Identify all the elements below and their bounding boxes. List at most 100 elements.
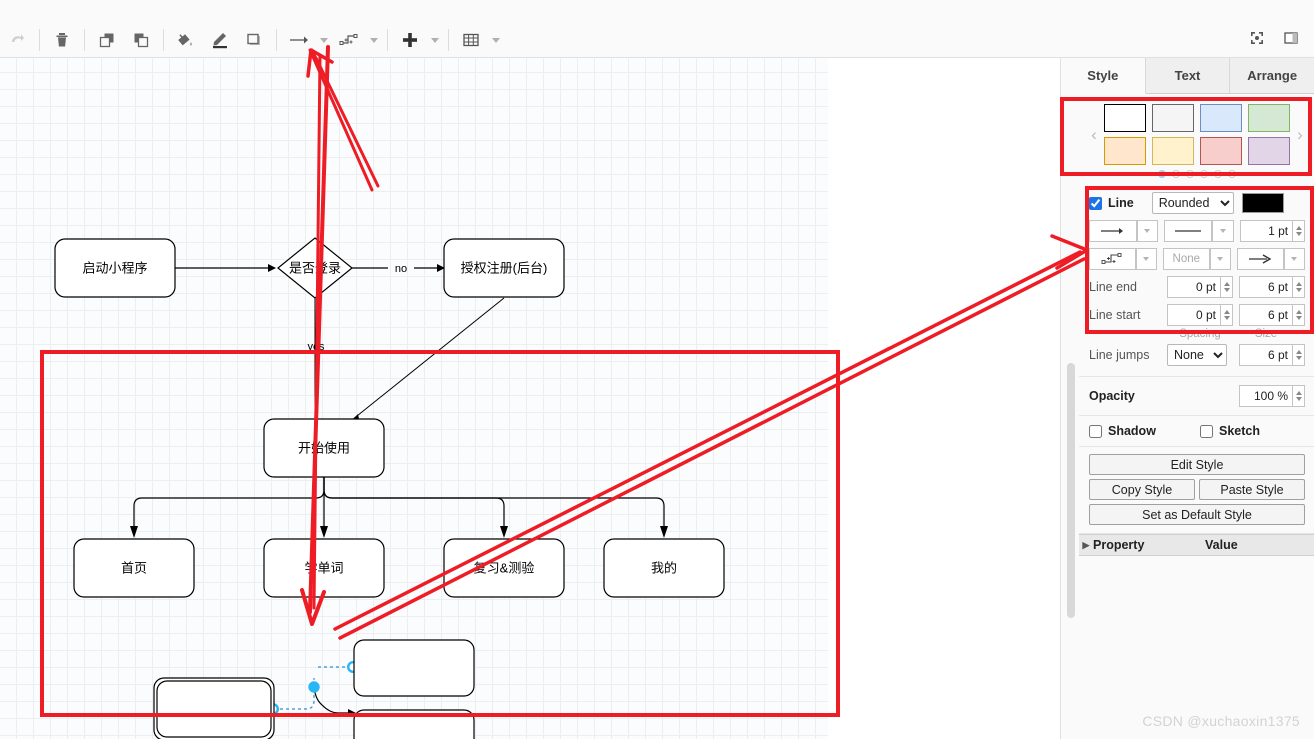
line-end-marker-button[interactable] <box>1237 248 1284 270</box>
line-jumps-label: Line jumps <box>1089 348 1150 362</box>
line-start-spacing-spinner[interactable] <box>1221 304 1233 326</box>
palette-dot-1[interactable] <box>1172 170 1180 178</box>
waypoints-icon[interactable] <box>332 24 366 56</box>
line-label: Line <box>1108 196 1134 210</box>
insert-dropdown-caret[interactable] <box>427 24 443 56</box>
line-end-spacing-spinner[interactable] <box>1221 276 1233 298</box>
line-dash-button[interactable] <box>1164 220 1212 242</box>
palette-pagination-dots <box>1085 170 1309 178</box>
line-color-icon[interactable] <box>203 24 237 56</box>
line-width-value[interactable]: 1 pt <box>1239 220 1294 242</box>
canvas-grid <box>0 58 828 739</box>
fullscreen-icon[interactable] <box>1240 22 1274 54</box>
palette-prev-arrow[interactable]: ‹ <box>1085 126 1103 143</box>
delete-icon[interactable] <box>45 24 79 56</box>
line-start-arrow-button[interactable] <box>1089 220 1137 242</box>
paste-style-button[interactable]: Paste Style <box>1199 479 1305 500</box>
format-panel: Style Text Arrange ‹ › Line RoundedS <box>1060 58 1314 739</box>
line-start-row: Line start 0 pt 6 pt <box>1089 304 1305 326</box>
opacity-spinner[interactable] <box>1293 385 1305 407</box>
line-start-arrow-caret[interactable] <box>1136 220 1159 242</box>
toolbar-separator <box>39 29 40 51</box>
drawio-app: 启动小程序 是否登录 授权注册(后台) 开始使用 首页 学单词 复习&测验 我的 no yes … <box>0 0 1314 739</box>
palette-dot-2[interactable] <box>1186 170 1194 178</box>
property-column-header: Property <box>1093 538 1145 552</box>
toolbar-separator <box>163 29 164 51</box>
toolbar-right-group <box>1240 22 1308 54</box>
connection-dropdown-caret[interactable] <box>316 24 332 56</box>
line-header-row: Line RoundedSharpCurved <box>1089 192 1305 214</box>
line-start-spacing-value[interactable]: 0 pt <box>1167 304 1221 326</box>
line-col-headers-row: Spacing Size <box>1089 328 1305 340</box>
line-arrow-row: 1 pt <box>1089 220 1306 242</box>
line-end-marker-caret[interactable] <box>1283 248 1305 270</box>
line-width-spinner[interactable] <box>1293 220 1306 242</box>
edit-style-button[interactable]: Edit Style <box>1089 454 1305 475</box>
format-panel-toggle-icon[interactable] <box>1274 22 1308 54</box>
line-start-size-value[interactable]: 6 pt <box>1239 304 1293 326</box>
line-end-size-value[interactable]: 6 pt <box>1239 276 1293 298</box>
tab-arrange[interactable]: Arrange <box>1230 58 1314 93</box>
insert-icon[interactable] <box>393 24 427 56</box>
swatch-grid <box>1104 104 1290 165</box>
set-default-style-button[interactable]: Set as Default Style <box>1089 504 1305 525</box>
line-end-size-spinner[interactable] <box>1293 276 1305 298</box>
panel-scrollbar[interactable] <box>1067 363 1075 618</box>
swatch-gray[interactable] <box>1152 104 1194 132</box>
line-dash-caret[interactable] <box>1211 220 1234 242</box>
line-jumps-size-value[interactable]: 6 pt <box>1239 344 1293 366</box>
table-dropdown-caret[interactable] <box>488 24 504 56</box>
tab-style[interactable]: Style <box>1061 58 1146 94</box>
to-front-icon[interactable] <box>90 24 124 56</box>
waypoints-dropdown-caret[interactable] <box>366 24 382 56</box>
opacity-label: Opacity <box>1089 389 1135 403</box>
swatch-red[interactable] <box>1200 137 1242 165</box>
palette-dot-5[interactable] <box>1228 170 1236 178</box>
tab-text[interactable]: Text <box>1145 58 1231 93</box>
style-palette-section: ‹ › <box>1079 94 1314 182</box>
fill-color-icon[interactable] <box>169 24 203 56</box>
waypoints-group <box>332 24 382 56</box>
line-jumps-select[interactable]: NoneArcGapSharp <box>1167 344 1227 366</box>
line-end-spacing-value[interactable]: 0 pt <box>1167 276 1221 298</box>
swatch-yellow[interactable] <box>1152 137 1194 165</box>
canvas[interactable]: 启动小程序 是否登录 授权注册(后台) 开始使用 首页 学单词 复习&测验 我的 no yes <box>0 58 1060 739</box>
swatch-white[interactable] <box>1104 104 1146 132</box>
line-end-row: Line end 0 pt 6 pt <box>1089 276 1305 298</box>
watermark: CSDN @xuchaoxin1375 <box>1142 713 1300 729</box>
table-icon[interactable] <box>454 24 488 56</box>
opacity-value[interactable]: 100 % <box>1239 385 1293 407</box>
palette-dot-3[interactable] <box>1200 170 1208 178</box>
line-color-button[interactable] <box>1241 193 1284 213</box>
redo-icon[interactable] <box>0 24 34 56</box>
palette-dot-0[interactable] <box>1158 170 1166 178</box>
to-back-icon[interactable] <box>124 24 158 56</box>
effects-row: Shadow Sketch <box>1089 424 1305 438</box>
line-jumps-row: Line jumps NoneArcGapSharp 6 pt <box>1089 344 1305 366</box>
line-style-select[interactable]: RoundedSharpCurved <box>1151 192 1234 214</box>
connection-arrow-icon[interactable] <box>282 24 316 56</box>
expand-triangle-icon[interactable]: ▶ <box>1079 540 1093 551</box>
line-start-label: Line start <box>1089 308 1141 322</box>
swatch-green[interactable] <box>1248 104 1290 132</box>
line-waypoints-button[interactable] <box>1089 248 1136 270</box>
line-start-size-spinner[interactable] <box>1293 304 1305 326</box>
panel-tabs: Style Text Arrange <box>1061 58 1314 94</box>
line-waypoints-caret[interactable] <box>1135 248 1157 270</box>
line-start-marker-button[interactable]: None <box>1163 248 1210 270</box>
line-jumps-size-spinner[interactable] <box>1293 344 1305 366</box>
swatch-blue[interactable] <box>1200 104 1242 132</box>
palette-dot-4[interactable] <box>1214 170 1222 178</box>
line-start-marker-caret[interactable] <box>1209 248 1231 270</box>
swatch-purple[interactable] <box>1248 137 1290 165</box>
shadow-icon[interactable] <box>237 24 271 56</box>
sketch-checkbox[interactable] <box>1200 424 1213 438</box>
toolbar-separator <box>84 29 85 51</box>
properties-table-header: ▶ Property Value <box>1079 534 1314 556</box>
style-buttons-section: Edit Style Copy Style Paste Style Set as… <box>1079 447 1314 534</box>
swatch-orange[interactable] <box>1104 137 1146 165</box>
shadow-checkbox[interactable] <box>1089 424 1102 438</box>
line-checkbox[interactable] <box>1089 196 1102 210</box>
copy-style-button[interactable]: Copy Style <box>1089 479 1195 500</box>
palette-next-arrow[interactable]: › <box>1291 126 1309 143</box>
